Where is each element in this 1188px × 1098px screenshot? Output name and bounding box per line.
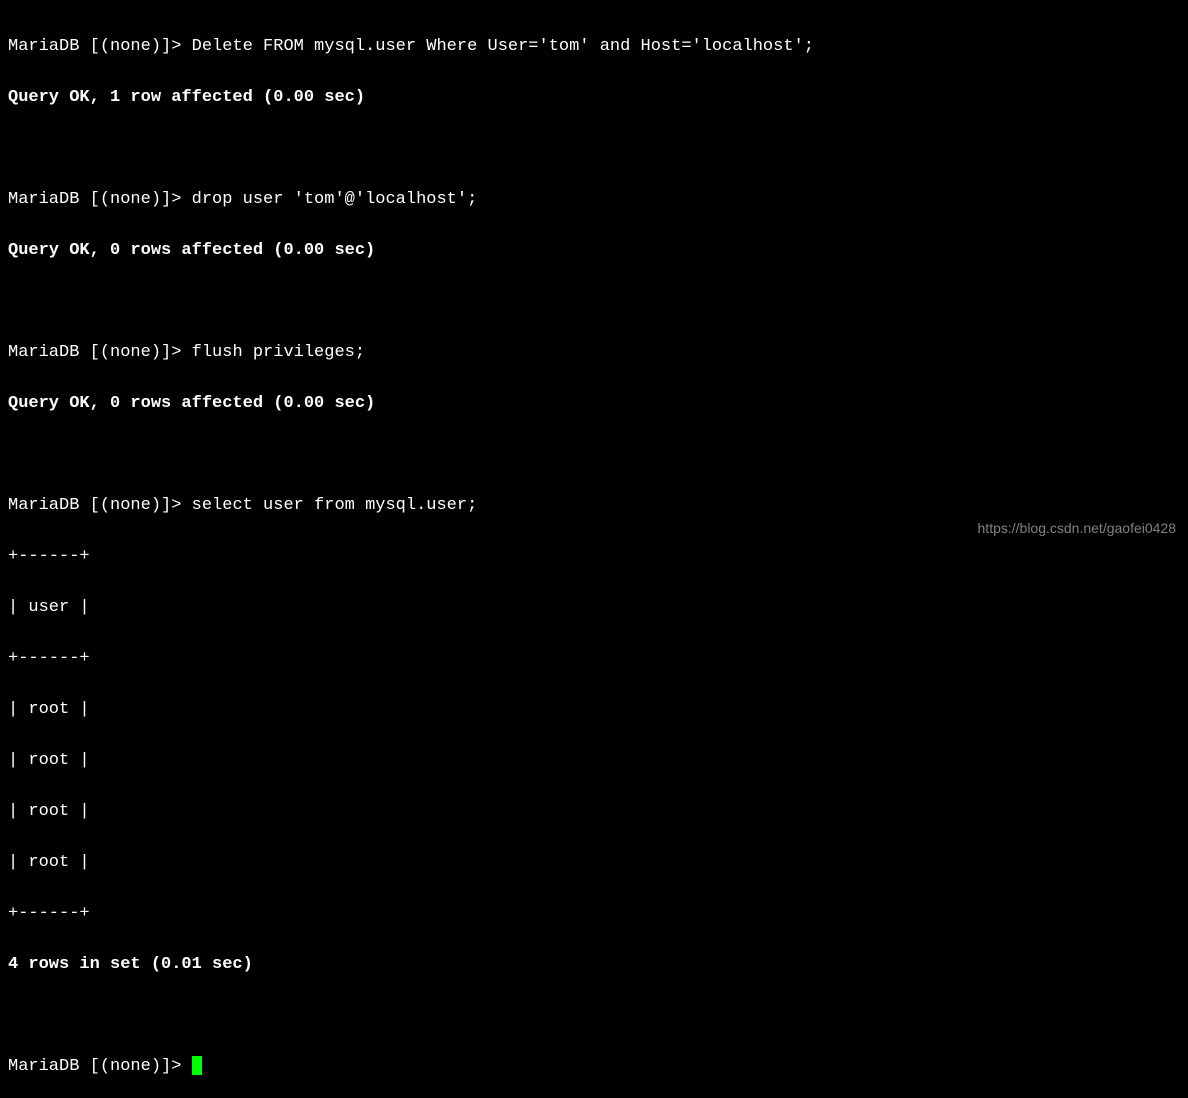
blank-line: [8, 1003, 1180, 1029]
table-row: | root |: [8, 748, 1180, 774]
blank-line: [8, 442, 1180, 468]
db-prompt: MariaDB [(none)]>: [8, 1057, 192, 1076]
rowcount-summary: 4 rows in set (0.01 sec): [8, 952, 1180, 978]
query-result: Query OK, 0 rows affected (0.00 sec): [8, 238, 1180, 264]
sql-command: Delete FROM mysql.user Where User='tom' …: [192, 37, 814, 56]
db-prompt: MariaDB [(none)]>: [8, 37, 192, 56]
db-prompt: MariaDB [(none)]>: [8, 496, 192, 515]
table-row: | root |: [8, 799, 1180, 825]
db-prompt: MariaDB [(none)]>: [8, 190, 192, 209]
sql-command: select user from mysql.user;: [192, 496, 478, 515]
blank-line: [8, 289, 1180, 315]
db-prompt: MariaDB [(none)]>: [8, 343, 192, 362]
watermark-text: https://blog.csdn.net/gaofei0428: [978, 518, 1176, 539]
table-row: | root |: [8, 697, 1180, 723]
query-result: Query OK, 1 row affected (0.00 sec): [8, 85, 1180, 111]
table-border: +------+: [8, 646, 1180, 672]
table-row: | root |: [8, 850, 1180, 876]
table-border: +------+: [8, 901, 1180, 927]
sql-command: drop user 'tom'@'localhost';: [192, 190, 478, 209]
table-border: +------+: [8, 544, 1180, 570]
query-result: Query OK, 0 rows affected (0.00 sec): [8, 391, 1180, 417]
cursor-block: [192, 1056, 202, 1075]
terminal-output[interactable]: MariaDB [(none)]> Delete FROM mysql.user…: [8, 8, 1180, 1098]
table-header: | user |: [8, 595, 1180, 621]
blank-line: [8, 136, 1180, 162]
sql-command: flush privileges;: [192, 343, 365, 362]
